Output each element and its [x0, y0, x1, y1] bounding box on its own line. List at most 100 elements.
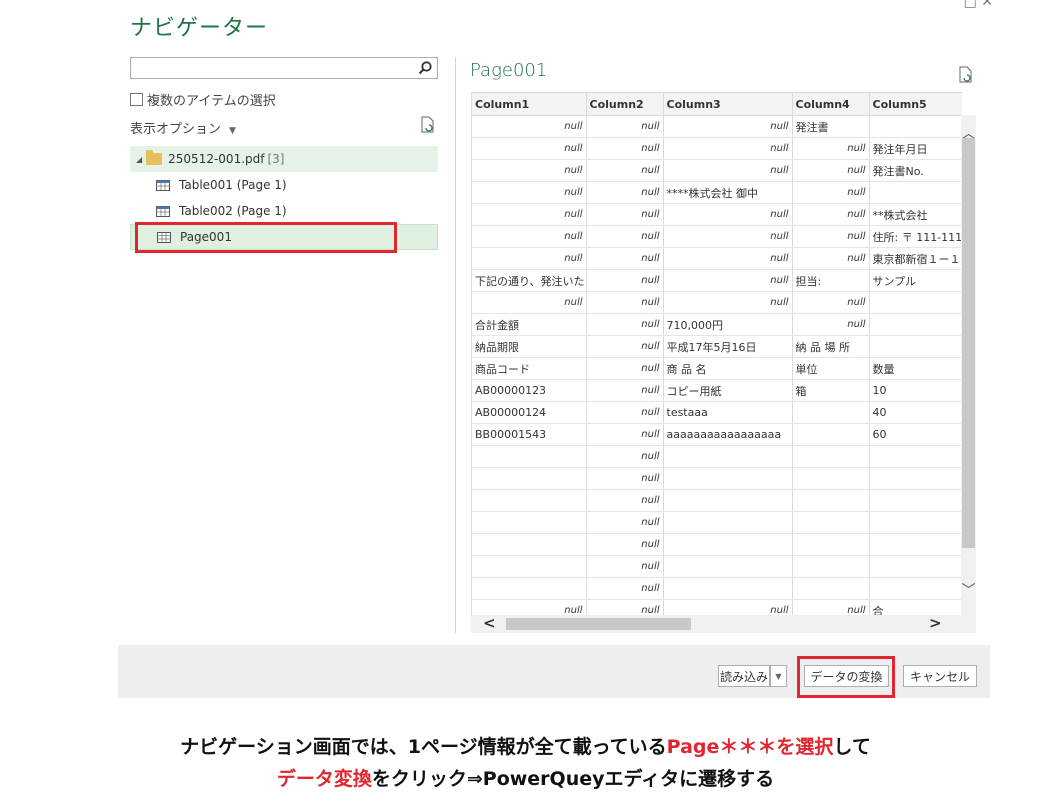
table-cell: null	[792, 137, 870, 160]
caption-highlight: Page＊＊＊を選択	[666, 736, 834, 758]
table-row: 商品コード null 商 品 名単位 数量	[472, 357, 962, 380]
table-row: null null null null 東京都新宿１ー１	[472, 247, 962, 270]
table-cell: null	[663, 203, 793, 226]
table-cell: 担当:	[792, 269, 870, 292]
caption-highlight: データ変換	[276, 768, 372, 790]
tree-item-table001[interactable]: Table001 (Page 1)	[130, 172, 438, 198]
scroll-left-icon[interactable]: <	[483, 614, 496, 632]
table-cell	[663, 445, 793, 468]
multi-select-label: 複数のアイテムの選択	[147, 94, 276, 109]
window-controls[interactable]: □ ✕	[964, 0, 993, 10]
column-header[interactable]: Column2	[586, 93, 664, 116]
column-header[interactable]: Column3	[663, 93, 793, 116]
table-cell: null	[792, 203, 870, 226]
search-field[interactable]	[135, 59, 419, 79]
table-cell: null	[586, 181, 664, 204]
caption-text: をクリック⇒PowerQueyエディタに遷移する	[371, 768, 775, 790]
table-cell: null	[586, 533, 664, 556]
caption-line-2: データ変換をクリック⇒PowerQueyエディタに遷移する	[0, 764, 1051, 791]
table-cell: 東京都新宿１ー１	[869, 247, 962, 270]
table-cell	[472, 489, 587, 512]
vertical-scrollbar[interactable]: ︿ ﹀	[961, 115, 976, 615]
table-cell: コピー用紙	[663, 379, 793, 402]
table-cell	[792, 423, 870, 446]
scroll-right-icon[interactable]: >	[929, 614, 942, 632]
table-cell: null	[663, 159, 793, 182]
table-cell	[472, 467, 587, 490]
table-row: 下記の通り、発注いたしますnullnull担当:サンプル	[472, 269, 962, 292]
table-cell: 下記の通り、発注いたします	[472, 269, 587, 292]
display-options-label: 表示オプション	[130, 122, 222, 137]
tree-folder[interactable]: ◢ 250512-001.pdf [3]	[130, 146, 438, 172]
table-cell: null	[663, 225, 793, 248]
multi-select-checkbox[interactable]	[130, 93, 143, 106]
refresh-preview-icon[interactable]	[958, 66, 974, 84]
column-header[interactable]: Column5	[869, 93, 962, 116]
horizontal-scrollbar[interactable]: < >	[471, 614, 976, 633]
highlight-box-transform	[797, 656, 895, 698]
table-cell: 60	[869, 423, 962, 446]
table-cell	[869, 335, 962, 358]
table-cell	[792, 555, 870, 578]
table-row: null	[472, 467, 962, 490]
table-cell	[869, 511, 962, 534]
table-cell	[869, 577, 962, 600]
table-cell: null	[792, 599, 870, 616]
load-dropdown-button[interactable]: ▼	[770, 665, 787, 687]
table-cell	[869, 181, 962, 204]
pane-divider[interactable]	[455, 57, 456, 633]
table-cell: 発注書No.	[869, 159, 962, 182]
tree-item-table002[interactable]: Table002 (Page 1)	[130, 198, 438, 224]
table-row: null	[472, 533, 962, 556]
table-cell: 数量	[869, 357, 962, 380]
display-options-dropdown[interactable]: 表示オプション ▼	[130, 118, 236, 137]
search-icon[interactable]	[417, 60, 433, 76]
column-header[interactable]: Column1	[472, 93, 587, 116]
table-cell: AB00000123	[472, 379, 587, 402]
highlight-box-page001	[135, 222, 397, 253]
table-cell	[869, 533, 962, 556]
table-cell: testaaa	[663, 401, 793, 424]
table-cell	[792, 445, 870, 468]
preview-table: Column1 Column2 Column3 Column4 Column5 null…	[471, 92, 962, 616]
table-cell	[663, 555, 793, 578]
table-row: null null null 発注書	[472, 115, 962, 138]
search-input[interactable]	[130, 57, 438, 79]
multi-select-option[interactable]: 複数のアイテムの選択	[130, 90, 276, 109]
table-cell: null	[792, 247, 870, 270]
column-header[interactable]: Column4	[792, 93, 870, 116]
table-cell: 商 品 名	[663, 357, 793, 380]
table-cell	[792, 467, 870, 490]
table-cell: BB00001543	[472, 423, 587, 446]
table-cell: null	[792, 181, 870, 204]
table-row: null	[472, 445, 962, 468]
cancel-button[interactable]: キャンセル	[903, 665, 977, 687]
table-cell: AB00000124	[472, 401, 587, 424]
table-cell: null	[663, 247, 793, 270]
table-cell: null	[472, 225, 587, 248]
refresh-icon[interactable]	[420, 116, 436, 134]
caption-text: ナビゲーション画面では、1ページ情報が全て載っている	[180, 736, 667, 758]
horizontal-scroll-thumb[interactable]	[506, 618, 691, 630]
table-cell: **株式会社	[869, 203, 962, 226]
table-cell: null	[472, 203, 587, 226]
table-cell: null	[586, 313, 664, 336]
table-cell: null	[586, 137, 664, 160]
table-row: null	[472, 555, 962, 578]
table-cell: null	[586, 599, 664, 616]
load-button[interactable]: 読み込み	[718, 665, 770, 687]
vertical-scroll-thumb[interactable]	[962, 138, 975, 548]
table-cell: null	[586, 291, 664, 314]
table-cell: null	[586, 489, 664, 512]
tree-item-label: Table002 (Page 1)	[179, 204, 287, 218]
table-cell: 住所: 〒 111-1111	[869, 225, 962, 248]
table-cell	[472, 533, 587, 556]
table-row: null null null null	[472, 291, 962, 314]
table-cell	[869, 115, 962, 138]
table-cell: null	[472, 137, 587, 160]
expand-triangle-icon[interactable]: ◢	[136, 155, 142, 164]
table-cell: 商品コード	[472, 357, 587, 380]
folder-count: [3]	[267, 152, 285, 166]
table-row: AB00000124 null testaaa 40	[472, 401, 962, 424]
scroll-down-icon[interactable]: ﹀	[961, 580, 976, 600]
